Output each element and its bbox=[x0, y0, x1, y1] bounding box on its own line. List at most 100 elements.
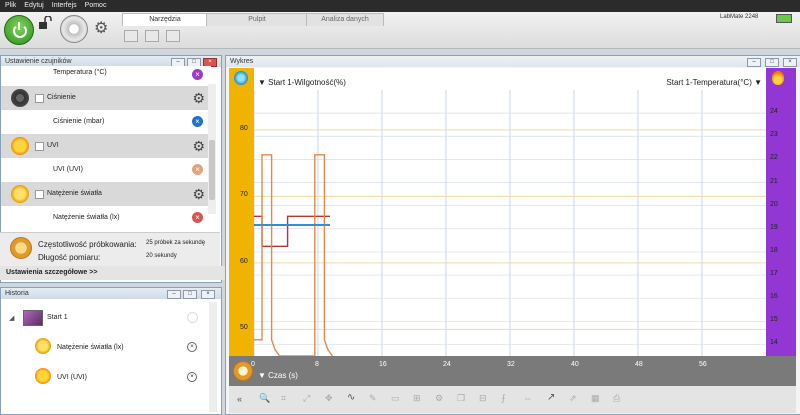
x-axis-tick-label: 0 bbox=[251, 361, 255, 368]
frequency-value[interactable]: 25 próbek za sekundę bbox=[146, 240, 205, 246]
crop-icon[interactable]: ⌗ bbox=[281, 393, 286, 404]
minimize-button[interactable]: – bbox=[747, 58, 761, 67]
x-axis-tick-label: 32 bbox=[507, 361, 515, 368]
plot-area[interactable] bbox=[253, 90, 766, 357]
graph-panel-title: Wykres bbox=[226, 56, 800, 67]
sensor-checkbox[interactable] bbox=[35, 190, 44, 199]
close-button[interactable]: × bbox=[201, 290, 215, 299]
right-axis-tick-label: 23 bbox=[770, 131, 778, 139]
x-axis-tick-label: 24 bbox=[443, 361, 451, 368]
x-axis-label: Czas (s) bbox=[268, 371, 298, 380]
toolbar-icon-3[interactable] bbox=[166, 30, 180, 42]
cursor-icon[interactable]: ⤢ bbox=[303, 393, 310, 404]
left-axis-tick-label: 50 bbox=[240, 324, 248, 332]
tab-pulpit[interactable]: Pulpit bbox=[206, 13, 308, 26]
x-axis-tick-label: 40 bbox=[571, 361, 579, 368]
sensor-settings-gear-icon[interactable]: ⚙ bbox=[192, 90, 205, 107]
settings-icon[interactable]: ⚙ bbox=[435, 393, 443, 404]
lock-icon[interactable] bbox=[38, 16, 52, 30]
collapse-left-icon[interactable]: « bbox=[237, 394, 242, 404]
table-icon[interactable]: ▦ bbox=[591, 393, 600, 404]
left-axis-strip[interactable] bbox=[229, 68, 254, 356]
time-axis-clock-icon bbox=[233, 361, 253, 381]
history-item-remove-icon[interactable]: × bbox=[187, 342, 197, 352]
range-icon[interactable]: ⇔ bbox=[523, 393, 532, 403]
maximize-button[interactable]: □ bbox=[765, 58, 779, 67]
left-axis-tick-label: 70 bbox=[240, 191, 248, 199]
remove-channel-icon[interactable]: × bbox=[192, 69, 203, 80]
series-line-1 bbox=[254, 154, 333, 357]
sensor-checkbox[interactable] bbox=[35, 94, 44, 103]
tree-collapse-icon[interactable]: ◢ bbox=[9, 314, 14, 322]
left-series-dropdown[interactable]: ▼ Start 1-Wilgotność(%) bbox=[258, 78, 346, 87]
x-axis-dropdown[interactable]: ▼ Czas (s) bbox=[258, 371, 298, 380]
right-axis-tick-label: 16 bbox=[770, 293, 778, 301]
x-axis-tick-label: 56 bbox=[699, 361, 707, 368]
menu-interfejs[interactable]: Interfejs bbox=[47, 0, 80, 9]
remove-channel-icon[interactable]: × bbox=[192, 116, 203, 127]
pressure-gauge-icon bbox=[11, 89, 29, 107]
draw-curve-icon[interactable]: ↗ bbox=[547, 392, 555, 403]
duration-value[interactable]: 20 sekundy bbox=[146, 253, 177, 259]
sensor-channel-light: Natężenie światła (lx) × bbox=[1, 206, 211, 230]
copy-icon[interactable]: ❐ bbox=[457, 393, 465, 404]
right-axis-tick-label: 20 bbox=[770, 200, 778, 208]
statistics-icon[interactable]: ⊞ bbox=[413, 393, 421, 404]
curve-fit-icon[interactable]: ∿ bbox=[347, 392, 355, 403]
function-icon[interactable]: ⨍ bbox=[501, 393, 506, 404]
humidity-drop-icon bbox=[234, 71, 248, 85]
zoom-icon[interactable]: 🔍 bbox=[259, 393, 270, 404]
settings-gear-icon[interactable]: ⚙ bbox=[94, 18, 108, 38]
run-thumbnail-icon bbox=[23, 310, 43, 326]
duration-label: Długość pomiaru: bbox=[38, 253, 101, 262]
right-series-dropdown[interactable]: Start 1-Temperatura(°C) ▼ bbox=[666, 78, 762, 87]
menu-edytuj[interactable]: Edytuj bbox=[19, 0, 46, 9]
clock-icon bbox=[10, 237, 32, 259]
left-axis-tick-label: 60 bbox=[240, 257, 248, 265]
maximize-button[interactable]: □ bbox=[183, 290, 197, 299]
minimize-button[interactable]: – bbox=[167, 290, 181, 299]
sensor-checkbox[interactable] bbox=[35, 142, 44, 151]
remove-channel-icon[interactable]: × bbox=[192, 212, 203, 223]
sensor-row-pressure: Ciśnienie ⚙ bbox=[1, 86, 211, 110]
advanced-settings-link[interactable]: Ustawienia szczegółowe >> bbox=[0, 266, 226, 280]
sensor-channel-label: Natężenie światła (lx) bbox=[53, 214, 120, 221]
export-icon[interactable]: ⇗ bbox=[569, 393, 577, 404]
tab-narzedzia[interactable]: Narzędzia bbox=[122, 13, 208, 26]
history-item-label[interactable]: Start 1 bbox=[47, 314, 68, 321]
history-item-remove-icon[interactable] bbox=[187, 312, 198, 323]
history-item-remove-icon[interactable]: × bbox=[187, 372, 197, 382]
right-axis-tick-label: 15 bbox=[770, 316, 778, 324]
print-icon[interactable]: ⎙ bbox=[613, 393, 620, 404]
toolbar-icon-1[interactable] bbox=[124, 30, 138, 42]
menu-plik[interactable]: Plik bbox=[0, 0, 19, 9]
history-item-label[interactable]: UVI (UVI) bbox=[57, 374, 87, 381]
sensor-row-uvi: UVI ⚙ bbox=[1, 134, 211, 158]
split-icon[interactable]: ⊟ bbox=[479, 393, 487, 404]
sensor-settings-gear-icon[interactable]: ⚙ bbox=[192, 138, 205, 155]
tab-analiza-danych[interactable]: Analiza danych bbox=[306, 13, 384, 26]
sensor-channel-uvi: UVI (UVI) × bbox=[1, 158, 211, 182]
sun-icon bbox=[11, 137, 29, 155]
sensor-settings-gear-icon[interactable]: ⚙ bbox=[192, 186, 205, 203]
sensors-scrollbar-thumb[interactable] bbox=[209, 140, 215, 200]
menu-pomoc[interactable]: Pomoc bbox=[80, 0, 110, 9]
remove-channel-icon[interactable]: × bbox=[192, 164, 203, 175]
sensor-channel-label: UVI (UVI) bbox=[53, 166, 83, 173]
close-button[interactable]: × bbox=[783, 58, 797, 67]
move-icon[interactable]: ✥ bbox=[325, 393, 333, 404]
sensor-name: Ciśnienie bbox=[47, 94, 76, 101]
x-axis-tick-label: 16 bbox=[379, 361, 387, 368]
record-button[interactable] bbox=[60, 15, 88, 43]
toolbar-icon-2[interactable] bbox=[145, 30, 159, 42]
history-panel: Historia – □ × ◢ Start 1 Natężenie świat… bbox=[0, 287, 222, 415]
frequency-label: Częstotliwość próbkowania: bbox=[38, 240, 137, 249]
light-bulb-icon bbox=[35, 338, 51, 354]
comment-icon[interactable]: ▭ bbox=[391, 393, 400, 404]
right-axis-tick-label: 17 bbox=[770, 270, 778, 278]
start-measurement-button[interactable] bbox=[4, 15, 34, 45]
history-item-label[interactable]: Natężenie światła (lx) bbox=[57, 344, 124, 351]
annotation-icon[interactable]: ✎ bbox=[369, 393, 377, 404]
right-axis-tick-label: 19 bbox=[770, 223, 778, 231]
history-scrollbar[interactable] bbox=[209, 302, 217, 412]
